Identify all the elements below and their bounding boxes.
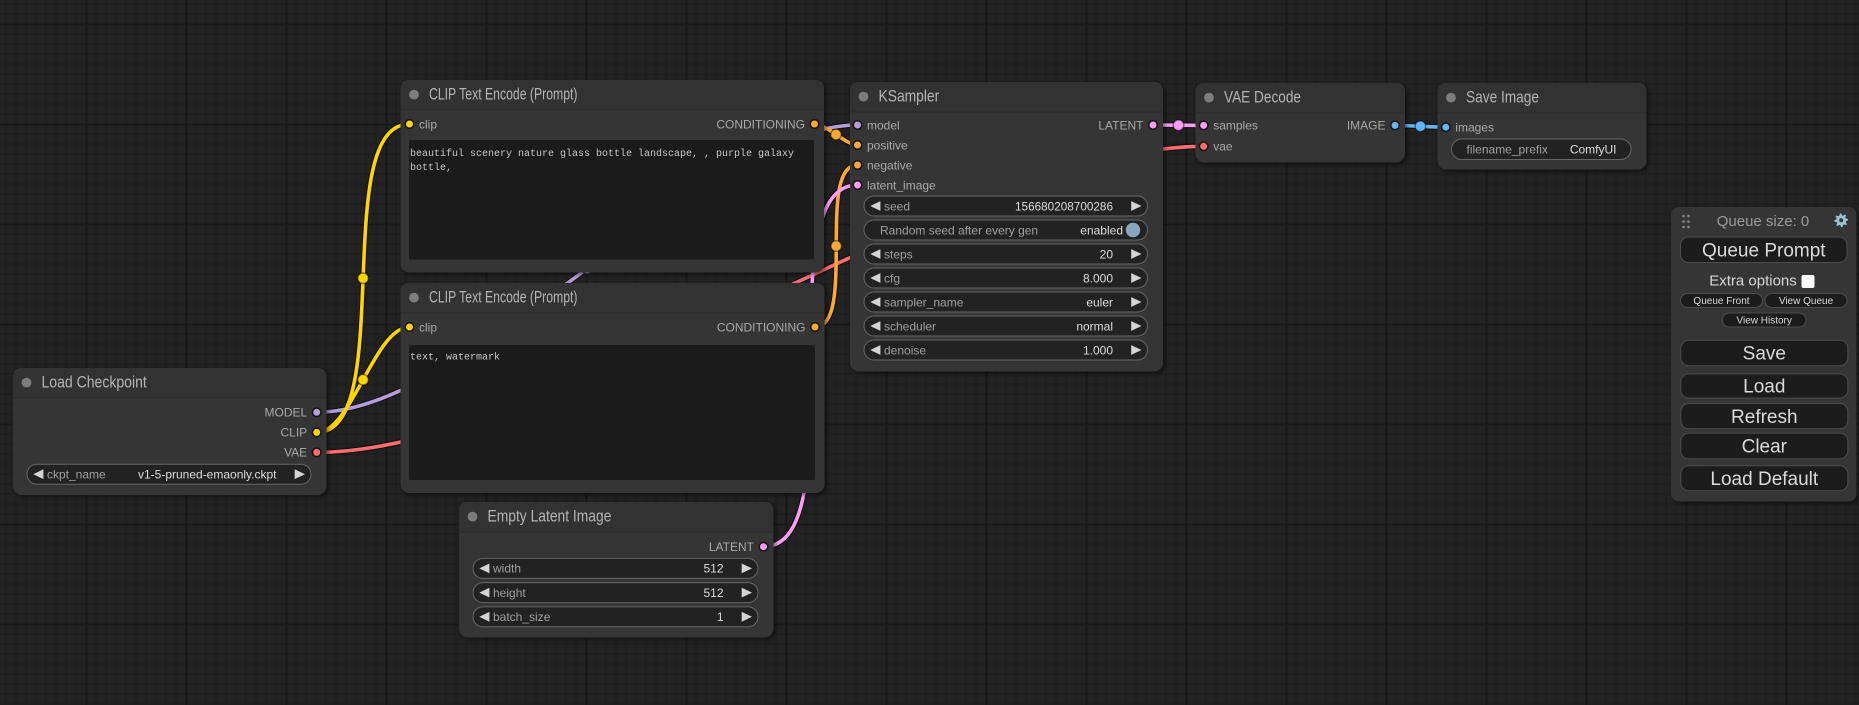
svg-text:MODEL: MODEL [265,406,308,420]
svg-text:seed: seed [884,199,910,213]
svg-text:View Queue: View Queue [1779,296,1834,307]
svg-text:512: 512 [703,586,723,600]
svg-text:enabled: enabled [1080,223,1123,237]
svg-text:latent_image: latent_image [867,178,936,192]
svg-text:denoise: denoise [884,343,926,357]
svg-text:normal: normal [1076,319,1113,333]
svg-text:Queue size: 0: Queue size: 0 [1717,213,1810,230]
svg-text:images: images [1455,121,1494,135]
svg-text:Extra options: Extra options [1709,273,1797,290]
svg-text:batch_size: batch_size [493,610,551,624]
svg-text:clip: clip [419,320,437,334]
svg-text:model: model [867,118,900,132]
svg-text:Load Default: Load Default [1710,469,1818,490]
svg-text:CONDITIONING: CONDITIONING [717,320,806,334]
svg-text:v1-5-pruned-emaonly.ckpt: v1-5-pruned-emaonly.ckpt [138,468,277,482]
svg-text:CLIP Text Encode (Prompt): CLIP Text Encode (Prompt) [429,289,578,307]
svg-text:CLIP: CLIP [281,426,308,440]
svg-text:IMAGE: IMAGE [1347,119,1386,133]
svg-text:LATENT: LATENT [1098,118,1144,132]
svg-text:View History: View History [1737,316,1792,327]
svg-text:LATENT: LATENT [709,540,755,554]
svg-text:samples: samples [1213,119,1258,133]
svg-text:clip: clip [419,117,437,131]
svg-text:156680208700286: 156680208700286 [1015,199,1113,213]
svg-text:VAE Decode: VAE Decode [1224,89,1301,107]
svg-text:20: 20 [1100,247,1114,261]
svg-text:euler: euler [1086,295,1113,309]
svg-text:Load Checkpoint: Load Checkpoint [42,374,148,392]
svg-text:Save: Save [1743,344,1786,365]
svg-text:512: 512 [703,562,723,576]
svg-text:1: 1 [717,610,724,624]
svg-text:bottle,: bottle, [410,162,452,174]
svg-text:vae: vae [1213,140,1233,154]
svg-text:scheduler: scheduler [884,319,936,333]
svg-text:ckpt_name: ckpt_name [47,468,106,482]
svg-text:steps: steps [884,247,913,261]
svg-text:width: width [492,562,521,576]
svg-text:height: height [493,586,526,600]
svg-text:VAE: VAE [284,446,307,460]
svg-text:ComfyUI: ComfyUI [1570,143,1617,157]
svg-text:8.000: 8.000 [1083,271,1113,285]
svg-text:positive: positive [867,138,908,152]
svg-text:negative: negative [867,158,913,172]
svg-text:Save Image: Save Image [1466,89,1539,107]
svg-text:Queue Front: Queue Front [1693,296,1749,307]
svg-text:Load: Load [1743,377,1785,398]
svg-text:CONDITIONING: CONDITIONING [716,117,805,131]
svg-text:Clear: Clear [1742,437,1788,458]
svg-text:Queue Prompt: Queue Prompt [1702,240,1826,261]
svg-text:Random seed after every gen: Random seed after every gen [880,223,1038,237]
svg-text:cfg: cfg [884,271,900,285]
svg-text:text, watermark: text, watermark [410,352,500,364]
svg-text:beautiful scenery nature glass: beautiful scenery nature glass bottle la… [410,148,794,160]
svg-text:Refresh: Refresh [1731,407,1798,428]
svg-text:sampler_name: sampler_name [884,295,964,309]
svg-text:1.000: 1.000 [1083,343,1113,357]
svg-text:Empty Latent Image: Empty Latent Image [488,508,612,526]
svg-text:CLIP Text Encode (Prompt): CLIP Text Encode (Prompt) [429,86,578,104]
svg-text:KSampler: KSampler [879,88,940,106]
svg-text:filename_prefix: filename_prefix [1467,143,1548,157]
